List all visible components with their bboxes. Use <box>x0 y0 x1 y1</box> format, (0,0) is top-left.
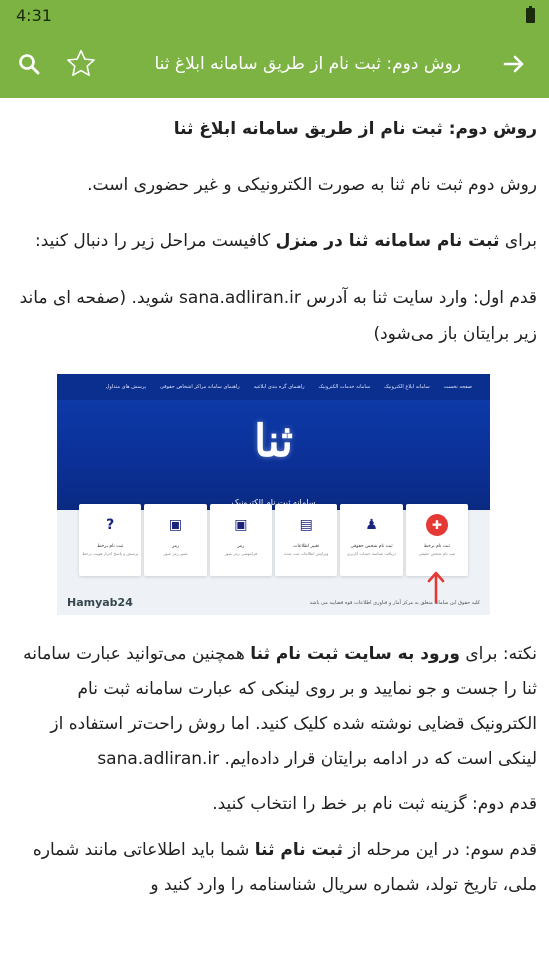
text-run: نکته: برای <box>459 644 537 664</box>
figure-card-label: رمز <box>237 544 245 549</box>
app-bar: روش دوم: ثبت نام از طریق سامانه ابلاغ ثن… <box>0 30 549 98</box>
site-url-link[interactable]: sana.adliran.ir <box>97 749 219 769</box>
lock-icon: ▣ <box>234 517 248 533</box>
question-icon: ? <box>106 517 115 533</box>
figure-copyright: کلیه حقوق این سامانه متعلق به مرکز آمار … <box>309 599 480 606</box>
figure-card-sub: دریافت شناسه حساب کاربری <box>346 551 397 556</box>
figure-card: ♟ ثبت نام شخص حقوقی دریافت شناسه حساب کا… <box>340 504 403 576</box>
figure-card: ✚ ثبت نام برخط ثبت نام شخص حقیقی <box>405 504 468 576</box>
form-icon: ▤ <box>299 517 313 533</box>
person-add-icon: ✚ <box>425 514 448 536</box>
article-content: روش دوم: ثبت نام از طریق سامانه ابلاغ ثن… <box>0 114 549 903</box>
figure-card-sub: فراموشی رمز عبور <box>224 551 258 556</box>
text-run: برای <box>499 231 537 251</box>
figure-hero: ثنا سامانه ثبت نام الکترونیک <box>57 400 490 510</box>
text-run: قدم اول: وارد سایت ثنا به آدرس <box>300 288 537 308</box>
article-paragraph: نکته: برای ورود به سایت ثبت نام ثنا همچن… <box>10 637 537 777</box>
bookmark-button[interactable] <box>66 48 96 78</box>
figure-nav-item: راهنمای گره بندی ابلاغیه <box>253 384 305 390</box>
bold-text: ورود به سایت ثبت نام ثنا <box>250 644 460 664</box>
site-url: sana.adliran.ir <box>179 288 301 308</box>
figure-nav-item: صفحه نخست <box>443 384 472 390</box>
article-paragraph: قدم سوم: در این مرحله از ثبت نام ثنا شما… <box>10 833 537 903</box>
article-paragraph: برای ثبت نام سامانه ثنا در منزل کافیست م… <box>10 226 537 256</box>
figure-card: ▣ رمز تغییر رمز عبور <box>144 504 207 576</box>
figure-cards: ✚ ثبت نام برخط ثبت نام شخص حقیقی ♟ ثبت ن… <box>79 504 468 576</box>
figure-card-label: رمز <box>171 544 180 549</box>
search-button[interactable] <box>14 49 44 79</box>
figure-nav-item: سامانه خدمات الکترونیک <box>318 384 371 390</box>
figure-card: ▣ رمز فراموشی رمز عبور <box>209 504 273 576</box>
figure-card-sub: پرسش و پاسخ احراز هویت برخط <box>82 551 139 556</box>
figure-footer: کلیه حقوق این سامانه متعلق به مرکز آمار … <box>67 596 480 609</box>
bold-text: ثبت نام ثنا <box>254 840 343 860</box>
back-button[interactable] <box>499 49 529 79</box>
figure-nav: صفحه نخست سامانه ابلاغ الکترونیک سامانه … <box>57 374 490 400</box>
article-paragraph: قدم دوم: گزینه ثبت نام بر خط را انتخاب ک… <box>212 794 537 814</box>
figure-nav-item: پرسش های متداول <box>105 384 146 390</box>
figure-nav-item: راهنمای سامانه مراکز اشخاص حقوقی <box>160 384 240 390</box>
status-time: 4:31 <box>16 5 52 25</box>
person-add-icon: ♟ <box>365 517 378 533</box>
status-bar: 4:31 <box>0 0 549 30</box>
bold-text: ثبت نام سامانه ثنا در منزل <box>275 231 500 251</box>
article-heading: روش دوم: ثبت نام از طریق سامانه ابلاغ ثن… <box>173 119 537 139</box>
arrow-right-icon <box>503 55 524 73</box>
figure-card-label: تغییر اطلاعات <box>293 544 320 549</box>
screenshot-figure: صفحه نخست سامانه ابلاغ الکترونیک سامانه … <box>57 374 490 615</box>
search-icon <box>19 54 40 75</box>
app-bar-title: روش دوم: ثبت نام از طریق سامانه ابلاغ ثن… <box>154 54 461 74</box>
sana-logo: ثنا <box>254 416 293 467</box>
article-paragraph: قدم اول: وارد سایت ثنا به آدرس sana.adli… <box>10 280 537 352</box>
figure-card-label: ثبت نام برخط <box>97 544 124 549</box>
figure-card-sub: ثبت نام شخص حقیقی <box>418 551 456 556</box>
article-paragraph: روش دوم ثبت نام ثنا به صورت الکترونیکی و… <box>87 175 537 195</box>
text-run: قدم سوم: در این مرحله از <box>342 840 537 860</box>
text-run: کافیست مراحل زیر را دنبال کنید: <box>34 231 276 251</box>
watermark: Hamyab24 <box>67 596 133 609</box>
lock-icon: ▣ <box>168 517 183 533</box>
figure-card: ? ثبت نام برخط پرسش و پاسخ احراز هویت بر… <box>79 504 142 576</box>
figure-card-label: ثبت نام شخص حقوقی <box>350 544 393 549</box>
figure-card: ▤ تغییر اطلاعات ویرایش اطلاعات ثبت شده <box>275 504 338 576</box>
star-icon <box>67 49 95 76</box>
battery-icon <box>526 5 535 23</box>
figure-card-label: ثبت نام برخط <box>423 544 450 549</box>
figure-card-sub: تغییر رمز عبور <box>163 551 188 556</box>
figure-nav-item: سامانه ابلاغ الکترونیک <box>384 384 430 390</box>
figure-card-sub: ویرایش اطلاعات ثبت شده <box>284 551 329 556</box>
